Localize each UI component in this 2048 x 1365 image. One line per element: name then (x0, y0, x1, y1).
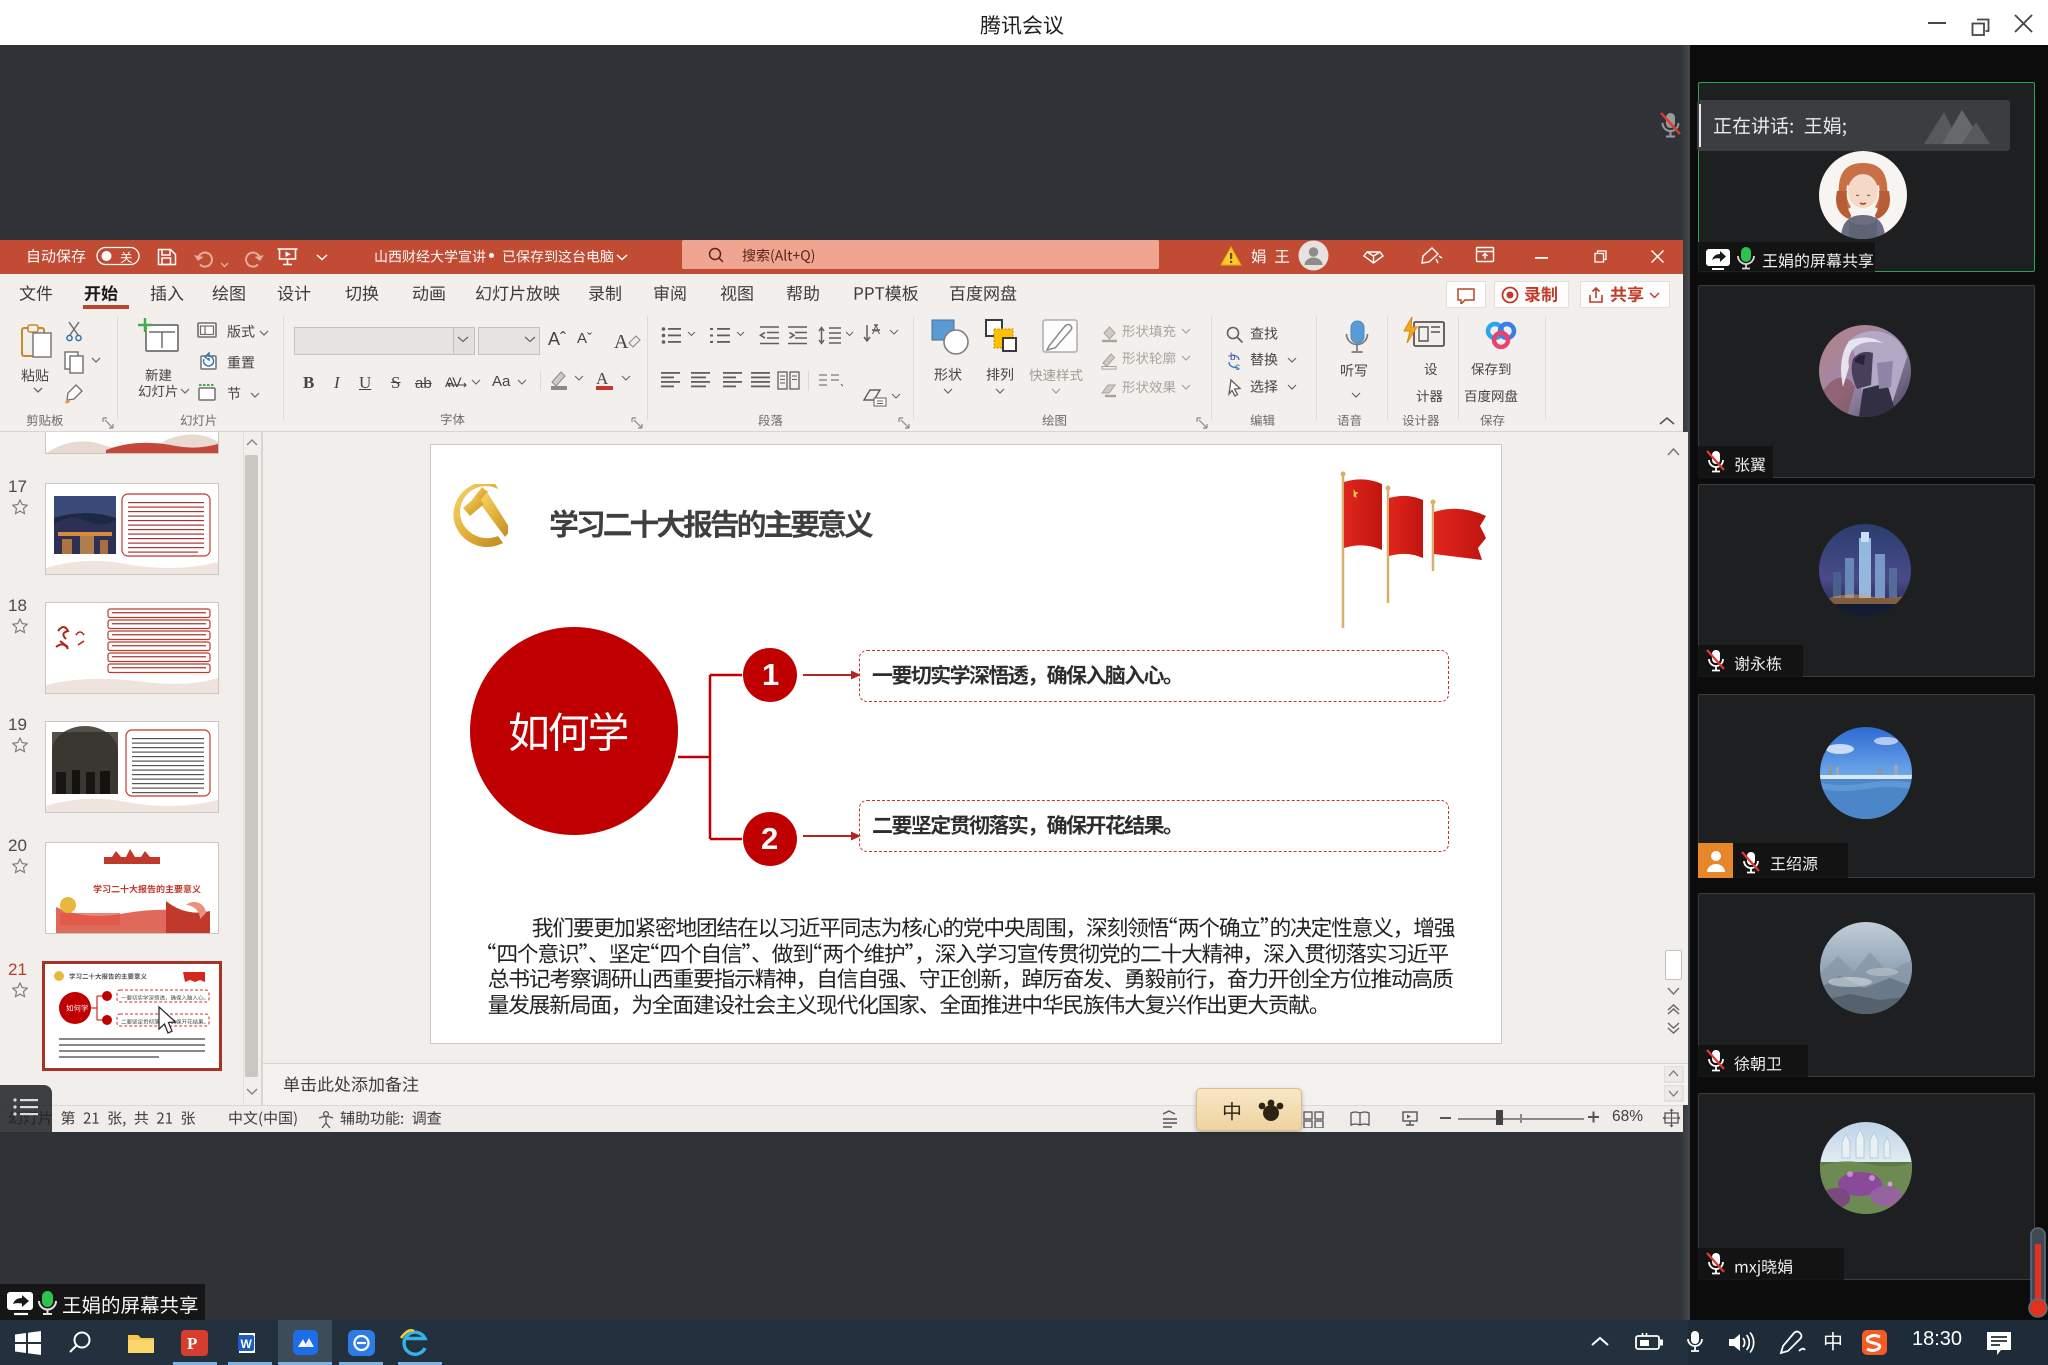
svg-text:A: A (872, 323, 880, 337)
svg-text:A: A (596, 369, 609, 388)
svg-text:W: W (241, 1337, 253, 1351)
svg-text:A: A (614, 331, 629, 353)
svg-text:P: P (187, 1334, 197, 1353)
